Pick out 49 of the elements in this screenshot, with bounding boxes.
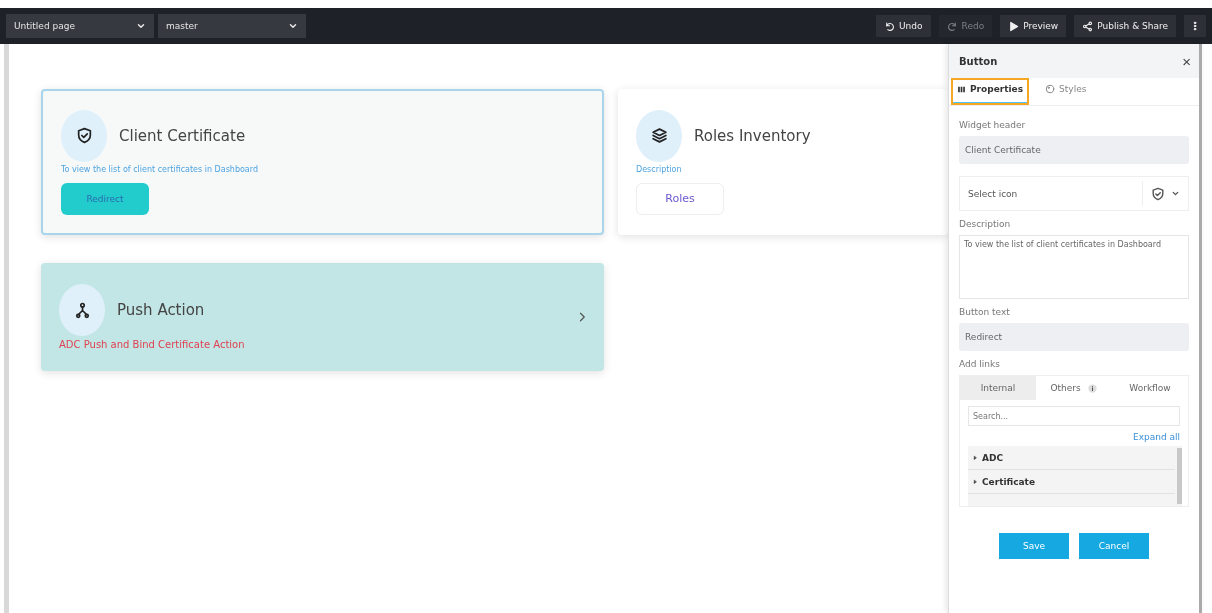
description-field[interactable]: To view the list of client certificates in Dashboard (959, 235, 1189, 299)
shield-icon (75, 127, 93, 144)
play-icon (1008, 20, 1020, 32)
panel-tab[interactable]: Properties (951, 78, 1030, 105)
page-select[interactable]: Untitled page (6, 14, 154, 38)
search-field[interactable]: Search... (968, 406, 1180, 426)
share-icon (1082, 20, 1094, 32)
chevron-down-icon (288, 21, 298, 31)
card-title: Push Action (117, 301, 205, 319)
layers-icon (650, 127, 668, 144)
card-title: Roles Inventory (694, 126, 811, 145)
panel-tab[interactable]: Styles (1039, 78, 1093, 105)
chevron-down-icon (1171, 189, 1180, 198)
hierarchy-icon (73, 301, 91, 319)
widget-card[interactable]: Client Certificate To view the list of client certificates in Dashboard Redirect (41, 89, 604, 235)
card-description: Description (636, 164, 683, 174)
toolbar-button[interactable]: Preview (1000, 15, 1067, 37)
widget-header-field[interactable]: Client Certificate (959, 136, 1189, 164)
card-description: ADC Push and Bind Certificate Action (59, 339, 246, 350)
caret-right-icon (972, 454, 978, 461)
scrollbar (1177, 448, 1182, 504)
roles-button[interactable]: Roles (636, 182, 724, 215)
field-label: Add links (959, 359, 1001, 369)
widget-card[interactable]: Push Action ADC Push and Bind Certificate Action (41, 263, 604, 371)
info-icon (1086, 382, 1098, 394)
toolbar-button[interactable]: Publish & Share (1074, 15, 1176, 37)
tree-item[interactable]: Certificate (968, 470, 1175, 494)
shield-icon (1151, 186, 1165, 201)
caret-right-icon (972, 478, 978, 485)
icon-select[interactable]: Select icon (959, 176, 1189, 211)
widget-card[interactable]: Roles Inventory Description Roles (618, 89, 948, 235)
field-label: Button text (959, 307, 1011, 317)
tree-item[interactable]: ADC (968, 446, 1175, 470)
more-button[interactable] (1184, 15, 1206, 37)
link-tab[interactable]: Internal (960, 376, 1036, 400)
toolbar-button[interactable]: Undo (876, 15, 931, 37)
undo-icon (884, 20, 896, 32)
panel-title: Button (959, 55, 998, 67)
chevron-down-icon (136, 21, 146, 31)
card-title: Client Certificate (119, 126, 246, 145)
branch-select[interactable]: master (158, 14, 306, 38)
redo-icon (946, 20, 958, 32)
card-description: To view the list of client certificates in Dashboard (61, 164, 259, 174)
field-label: Widget header (959, 120, 1027, 130)
columns-icon (957, 84, 966, 94)
expand-all-link[interactable]: Expand all (1132, 432, 1180, 442)
button-text-field[interactable]: Redirect (959, 323, 1189, 351)
close-button[interactable]: × (1182, 52, 1191, 70)
field-label: Description (959, 219, 1012, 229)
